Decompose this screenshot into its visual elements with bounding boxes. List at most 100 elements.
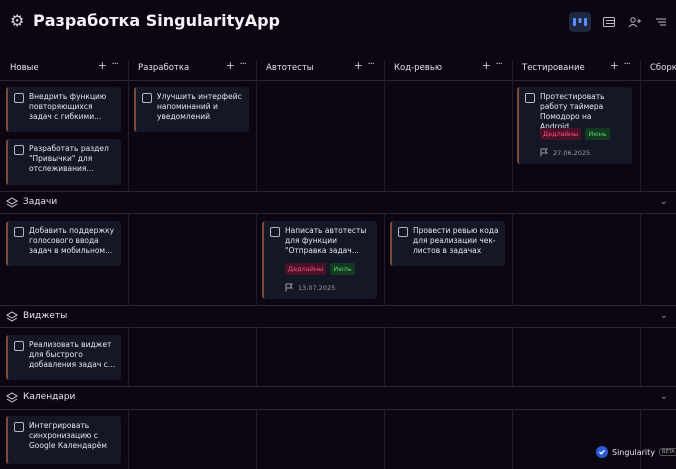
gear-icon[interactable]: ⚙ bbox=[10, 13, 24, 29]
column-divider bbox=[128, 60, 129, 191]
more-icon[interactable]: ··· bbox=[367, 59, 374, 70]
due-date-text: 13.07.2025 bbox=[298, 283, 336, 292]
task-checkbox[interactable] bbox=[398, 227, 408, 237]
group-label: Календари bbox=[23, 392, 76, 402]
column-divider bbox=[128, 213, 129, 305]
tag-deadlines[interactable]: Дедлайны bbox=[285, 263, 327, 275]
add-card-icon[interactable]: + bbox=[482, 59, 491, 72]
column-header-development: Разработка + ··· bbox=[128, 56, 256, 80]
task-card[interactable]: Интегрировать синхронизацию с Google Кал… bbox=[6, 416, 121, 464]
tag-month[interactable]: Июль bbox=[330, 263, 355, 275]
add-card-icon[interactable]: + bbox=[98, 59, 107, 72]
sort-icon bbox=[656, 18, 666, 26]
beta-badge: BETA bbox=[659, 448, 676, 456]
task-card[interactable]: Написать автотесты для функции "Отправка… bbox=[262, 221, 377, 299]
layers-icon bbox=[6, 197, 18, 208]
task-checkbox[interactable] bbox=[14, 227, 24, 237]
top-bar: ⚙ Разработка SingularityApp bbox=[0, 0, 676, 44]
list-view-button[interactable] bbox=[598, 12, 620, 32]
group-label: Виджеты bbox=[23, 311, 68, 321]
task-checkbox[interactable] bbox=[14, 93, 24, 103]
brand-name: Singularity bbox=[612, 447, 656, 457]
add-card-icon[interactable]: + bbox=[610, 59, 619, 72]
column-header-new: Новые + ··· bbox=[0, 56, 128, 80]
task-title: Добавить поддержку голосового ввода зада… bbox=[29, 226, 115, 255]
group-header-calendars[interactable]: Календари ⌄ bbox=[0, 387, 676, 409]
task-card[interactable]: Протестировать работу таймера Помодоро н… bbox=[517, 87, 632, 164]
column-divider bbox=[512, 409, 513, 469]
task-card[interactable]: Улучшить интерфейс напоминаний и уведомл… bbox=[134, 87, 249, 132]
chevron-down-icon[interactable]: ⌄ bbox=[660, 196, 668, 207]
brand-logo[interactable]: Singularity BETA bbox=[596, 446, 676, 458]
task-title: Улучшить интерфейс напоминаний и уведомл… bbox=[157, 92, 242, 121]
divider bbox=[0, 80, 676, 81]
more-icon[interactable]: ··· bbox=[623, 59, 630, 70]
task-checkbox[interactable] bbox=[525, 93, 535, 103]
sort-button[interactable] bbox=[650, 12, 672, 32]
add-card-icon[interactable]: + bbox=[354, 59, 363, 72]
column-divider bbox=[128, 327, 129, 386]
members-icon bbox=[628, 17, 641, 27]
task-card[interactable]: Добавить поддержку голосового ввода зада… bbox=[6, 221, 121, 266]
tag-list: Дедлайны Июнь bbox=[540, 128, 610, 140]
task-card[interactable]: Провести ревью кода для реализации чек-л… bbox=[390, 221, 505, 266]
tag-deadlines[interactable]: Дедлайны bbox=[540, 128, 582, 140]
column-divider bbox=[384, 409, 385, 469]
column-divider bbox=[128, 409, 129, 469]
task-card[interactable]: Разработать раздел "Привычки" для отслеж… bbox=[6, 139, 121, 185]
task-title: Внедрить функцию повторяющихся задач с г… bbox=[29, 92, 107, 121]
column-header-code-review: Код-ревью + ··· bbox=[384, 56, 512, 80]
more-icon[interactable]: ··· bbox=[111, 59, 118, 70]
more-icon[interactable]: ··· bbox=[239, 59, 246, 70]
task-card[interactable]: Реализовать виджет для быстрого добавлен… bbox=[6, 335, 121, 380]
column-header-build: Сборк bbox=[640, 56, 676, 80]
layers-icon bbox=[6, 392, 18, 403]
task-checkbox[interactable] bbox=[14, 145, 24, 155]
column-divider bbox=[384, 327, 385, 386]
due-date: 13.07.2025 bbox=[285, 283, 335, 292]
page-title: Разработка SingularityApp bbox=[33, 11, 280, 30]
due-date-text: 27.06.2025 bbox=[553, 148, 591, 157]
column-divider bbox=[640, 327, 641, 386]
task-title: Интегрировать синхронизацию с Google Кал… bbox=[29, 421, 107, 450]
members-button[interactable] bbox=[624, 12, 646, 32]
task-checkbox[interactable] bbox=[14, 422, 24, 432]
column-label: Сборк bbox=[650, 63, 676, 73]
group-label: Задачи bbox=[23, 197, 58, 207]
tag-month[interactable]: Июнь bbox=[585, 128, 610, 140]
group-header-tasks[interactable]: Задачи ⌄ bbox=[0, 192, 676, 214]
column-divider bbox=[512, 327, 513, 386]
tag-list: Дедлайны Июль bbox=[285, 263, 355, 275]
column-label: Код-ревью bbox=[394, 63, 442, 73]
column-divider bbox=[512, 213, 513, 305]
add-card-icon[interactable]: + bbox=[226, 59, 235, 72]
column-label: Автотесты bbox=[266, 63, 314, 73]
board-view-icon bbox=[573, 18, 587, 26]
column-header-testing: Тестирование + ··· bbox=[512, 56, 640, 80]
task-card[interactable]: Внедрить функцию повторяющихся задач с г… bbox=[6, 87, 121, 132]
group-header-widgets[interactable]: Виджеты ⌄ bbox=[0, 306, 676, 328]
more-icon[interactable]: ··· bbox=[495, 59, 502, 70]
column-divider bbox=[640, 409, 641, 469]
task-checkbox[interactable] bbox=[14, 341, 24, 351]
flag-icon bbox=[285, 283, 293, 292]
chevron-down-icon[interactable]: ⌄ bbox=[660, 391, 668, 402]
task-checkbox[interactable] bbox=[270, 227, 280, 237]
divider bbox=[0, 409, 676, 410]
column-label: Новые bbox=[10, 63, 39, 73]
task-title: Разработать раздел "Привычки" для отслеж… bbox=[29, 144, 109, 173]
task-title: Провести ревью кода для реализации чек-л… bbox=[413, 226, 499, 255]
column-label: Разработка bbox=[138, 63, 190, 73]
singularity-logo-icon bbox=[596, 446, 608, 458]
chevron-down-icon[interactable]: ⌄ bbox=[660, 310, 668, 321]
task-title: Протестировать работу таймера Помодоро н… bbox=[540, 92, 605, 131]
column-divider bbox=[384, 213, 385, 305]
column-divider bbox=[384, 60, 385, 191]
board-view-button[interactable] bbox=[569, 12, 591, 32]
flag-icon bbox=[540, 148, 548, 157]
column-header-autotests: Автотесты + ··· bbox=[256, 56, 384, 80]
layers-icon bbox=[6, 311, 18, 322]
list-view-icon bbox=[603, 17, 615, 27]
task-title: Реализовать виджет для быстрого добавлен… bbox=[29, 340, 115, 369]
task-checkbox[interactable] bbox=[142, 93, 152, 103]
